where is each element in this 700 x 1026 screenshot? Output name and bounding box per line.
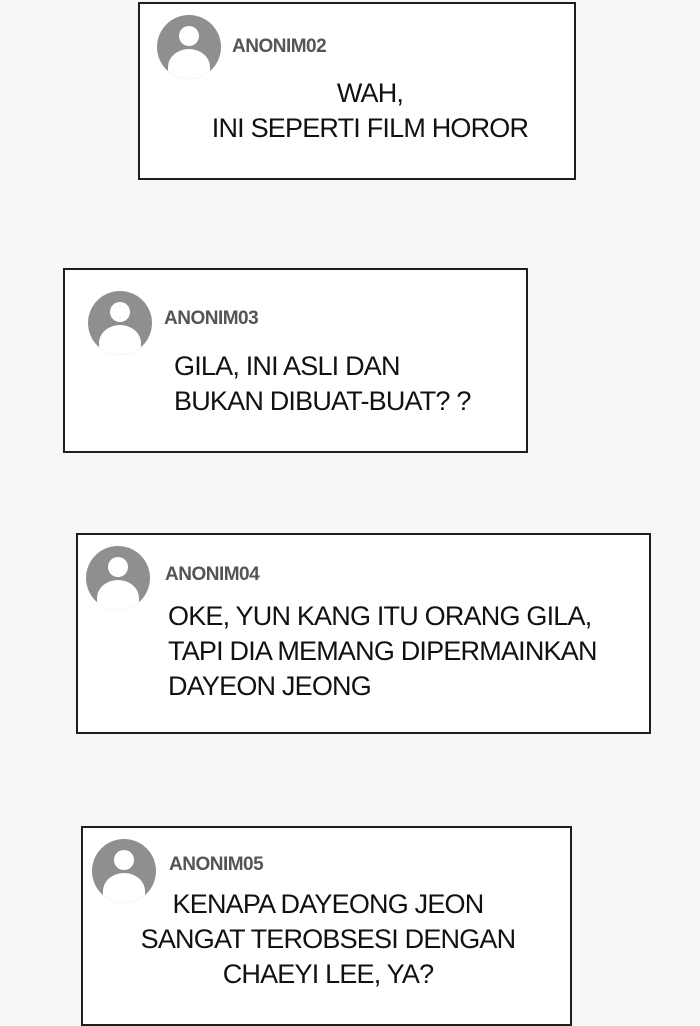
comment-thread: ANONIM02 WAH, INI SEPERTI FILM HOROR ANO… xyxy=(0,0,700,1026)
user-avatar-icon xyxy=(88,291,152,355)
comment-text: OKE, YUN KANG ITU ORANG GILA, TAPI DIA M… xyxy=(168,601,597,701)
user-avatar-icon xyxy=(86,546,150,610)
comment-card: ANONIM04 OKE, YUN KANG ITU ORANG GILA, T… xyxy=(76,533,651,734)
comment-card: ANONIM03 GILA, INI ASLI DAN BUKAN DIBUAT… xyxy=(63,268,528,453)
comment-text: GILA, INI ASLI DAN BUKAN DIBUAT-BUAT? ? xyxy=(174,351,471,416)
user-avatar-icon xyxy=(157,15,221,79)
comment-username: ANONIM04 xyxy=(165,564,260,585)
comment-username: ANONIM02 xyxy=(232,36,327,57)
comment-card: ANONIM05 KENAPA DAYEONG JEON SANGAT TERO… xyxy=(81,826,572,1026)
comment-username: ANONIM03 xyxy=(164,308,259,329)
comment-text: WAH, INI SEPERTI FILM HOROR xyxy=(211,78,529,143)
comment-text: KENAPA DAYEONG JEON SANGAT TEROBSESI DEN… xyxy=(140,889,517,989)
comment-card: ANONIM02 WAH, INI SEPERTI FILM HOROR xyxy=(138,2,576,180)
comment-username: ANONIM05 xyxy=(169,854,264,875)
